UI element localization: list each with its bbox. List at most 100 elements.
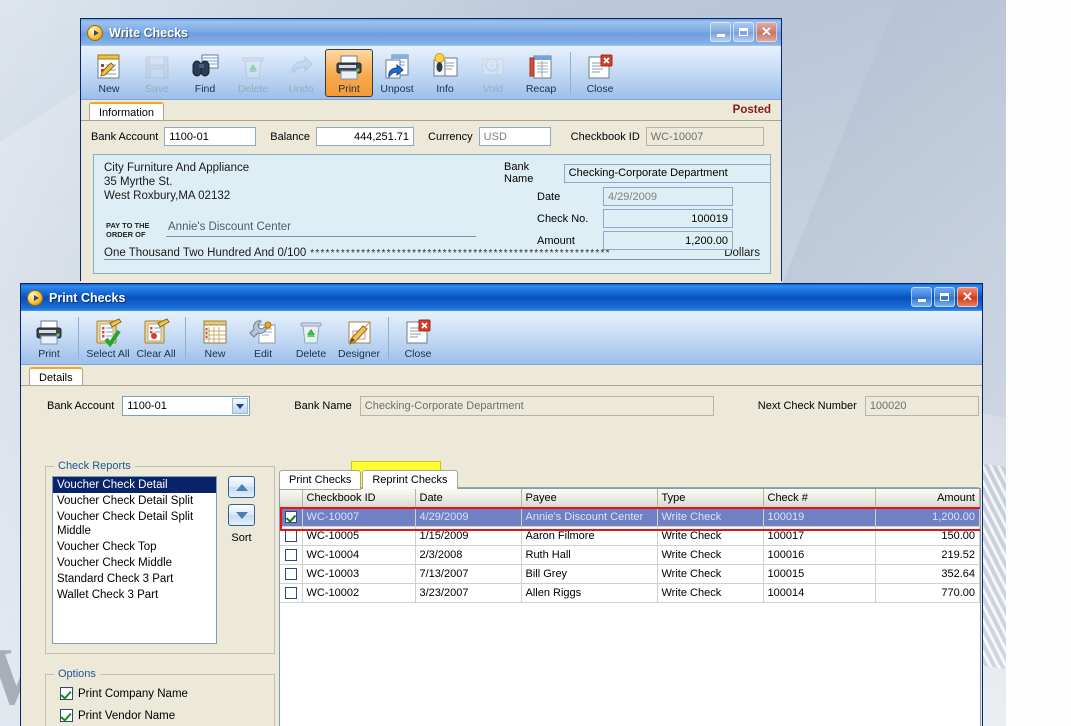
check-report-item[interactable]: Voucher Check Detail Split: [53, 493, 216, 509]
cell-checkbook-id: WC-10005: [302, 526, 416, 546]
option-row[interactable]: Print Company Name: [60, 687, 274, 700]
recycle-bin-icon: [237, 52, 269, 82]
row-checkbox[interactable]: [284, 586, 297, 599]
balance-field: 444,251.71: [316, 127, 415, 146]
toolbar-button-unpost[interactable]: Unpost: [373, 49, 421, 97]
row-checkbox-cell[interactable]: [280, 526, 303, 546]
row-checkbox-cell[interactable]: [280, 564, 303, 584]
table-row[interactable]: WC-10003 7/13/2007 Bill Grey Write Check 100…: [280, 564, 980, 584]
check-report-item[interactable]: Wallet Check 3 Part: [53, 587, 216, 603]
next-check-number-field: 100020: [864, 396, 979, 416]
minimize-button[interactable]: [911, 287, 932, 307]
check-report-item[interactable]: Standard Check 3 Part: [53, 571, 216, 587]
toolbar-button-label: Designer: [337, 348, 381, 360]
table-row[interactable]: WC-10005 1/15/2009 Aaron Filmore Write Chec…: [280, 526, 980, 546]
bank-account-field[interactable]: 1100-01: [164, 127, 257, 146]
currency-field[interactable]: USD: [478, 127, 551, 146]
column-header-type[interactable]: Type: [657, 489, 764, 508]
toolbar-button-label: Recap: [525, 83, 557, 95]
write-checks-field-row: Bank Account 1100-01 Balance 444,251.71 …: [81, 121, 781, 146]
clipboard-check-icon: [92, 317, 124, 348]
void-stamp-icon: $: [477, 52, 509, 82]
toolbar-button-delete[interactable]: Delete: [287, 314, 335, 362]
bank-name-field[interactable]: Checking-Corporate Department: [563, 163, 772, 183]
toolbar-button-info[interactable]: Info: [421, 49, 469, 97]
cell-type: Write Check: [657, 583, 764, 603]
cell-check-no: 100014: [763, 583, 876, 603]
toolbar-button-label: Select All: [86, 348, 130, 360]
toolbar-button-label: New: [204, 348, 226, 360]
cell-date: 2/3/2008: [415, 545, 522, 565]
print-checks-titlebar[interactable]: Print Checks ✕: [21, 284, 982, 311]
check-no-field[interactable]: 100019: [603, 209, 733, 228]
close-button[interactable]: ✕: [957, 287, 978, 307]
checkbox-icon[interactable]: [60, 687, 73, 700]
row-checkbox[interactable]: [284, 510, 297, 523]
toolbar-button-edit[interactable]: Edit: [239, 314, 287, 362]
row-checkbox-cell[interactable]: [280, 545, 303, 565]
row-checkbox-cell[interactable]: [280, 583, 303, 603]
close-button[interactable]: ✕: [756, 22, 777, 42]
bank-account-combo[interactable]: 1100-01: [122, 396, 251, 416]
toolbar-button-select-all[interactable]: Select All: [84, 314, 132, 362]
sort-up-button[interactable]: [228, 476, 255, 498]
sort-down-button[interactable]: [228, 504, 255, 526]
amount-field[interactable]: 1,200.00: [603, 231, 733, 250]
toolbar-button-print[interactable]: Print: [25, 314, 73, 362]
toolbar-button-label: Void: [482, 83, 504, 95]
chevron-down-icon[interactable]: [232, 398, 249, 414]
column-header-date[interactable]: Date: [415, 489, 522, 508]
check-report-item[interactable]: Voucher Check Middle: [53, 555, 216, 571]
table-row[interactable]: WC-10002 3/23/2007 Allen Riggs Write Check 1…: [280, 583, 980, 603]
maximize-button[interactable]: [934, 287, 955, 307]
row-checkbox-cell[interactable]: [280, 507, 303, 527]
tab-details[interactable]: Details: [29, 367, 83, 386]
toolbar-button-close[interactable]: Close: [576, 49, 624, 97]
cell-checkbook-id: WC-10004: [302, 545, 416, 565]
table-row[interactable]: WC-10004 2/3/2008 Ruth Hall Write Check 1000…: [280, 545, 980, 565]
cell-date: 1/15/2009: [415, 526, 522, 546]
toolbar-button-new[interactable]: New: [191, 314, 239, 362]
toolbar-button-clear-all[interactable]: Clear All: [132, 314, 180, 362]
toolbar-button-designer[interactable]: Designer: [335, 314, 383, 362]
cell-amount: 1,200.00: [875, 507, 980, 527]
cell-type: Write Check: [657, 545, 764, 565]
toolbar-button-print[interactable]: Print: [325, 49, 373, 97]
checkbox-icon[interactable]: [60, 709, 73, 722]
payee-field[interactable]: Annie's Discount Center: [166, 221, 476, 237]
designer-pencil-icon: [343, 317, 375, 347]
column-header-checkbook-id[interactable]: Checkbook ID: [302, 489, 416, 508]
check-report-item[interactable]: Voucher Check Top: [53, 539, 216, 555]
column-header-amount[interactable]: Amount: [875, 489, 980, 508]
write-checks-titlebar[interactable]: Write Checks ✕: [81, 19, 781, 46]
option-row[interactable]: Print Vendor Name: [60, 709, 274, 722]
bank-name-row: Bank Name Checking-Corporate Department: [504, 161, 772, 185]
minimize-button[interactable]: [710, 22, 731, 42]
row-checkbox[interactable]: [284, 567, 297, 580]
check-report-item[interactable]: Voucher Check Detail: [53, 477, 216, 493]
bank-name-label: Bank Name: [504, 161, 534, 185]
toolbar-button-new[interactable]: New: [85, 49, 133, 97]
toolbar-button-close[interactable]: Close: [394, 314, 442, 362]
check-report-item[interactable]: Voucher Check Detail Split Middle: [53, 509, 216, 539]
toolbar-button-label: Find: [194, 83, 216, 95]
row-checkbox[interactable]: [284, 529, 297, 542]
maximize-button[interactable]: [733, 22, 754, 42]
toolbar-button-label: Save: [145, 83, 169, 95]
checks-grid[interactable]: Checkbook ID Date Payee Type Check # Amount W…: [279, 488, 981, 726]
toolbar-button-label: Delete: [237, 83, 269, 95]
bank-account-label: Bank Account: [47, 400, 115, 412]
column-header-select[interactable]: [280, 489, 303, 508]
tab-information[interactable]: Information: [89, 102, 165, 121]
table-row[interactable]: WC-10007 4/29/2009 Annie's Discount Center…: [280, 507, 980, 527]
date-field[interactable]: 4/29/2009: [603, 187, 733, 206]
grid-tab-print-checks[interactable]: Print Checks: [279, 470, 362, 490]
grid-tab-reprint-checks[interactable]: Reprint Checks: [362, 470, 458, 489]
toolbar-button-find[interactable]: Find: [181, 49, 229, 97]
column-header-payee[interactable]: Payee: [521, 489, 658, 508]
column-header-check-[interactable]: Check #: [763, 489, 876, 508]
check-reports-group: Check Reports Voucher Check Detail Vouche…: [45, 460, 275, 654]
check-reports-listbox[interactable]: Voucher Check Detail Voucher Check Detail…: [52, 476, 217, 644]
row-checkbox[interactable]: [284, 548, 297, 561]
toolbar-button-recap[interactable]: Recap: [517, 49, 565, 97]
